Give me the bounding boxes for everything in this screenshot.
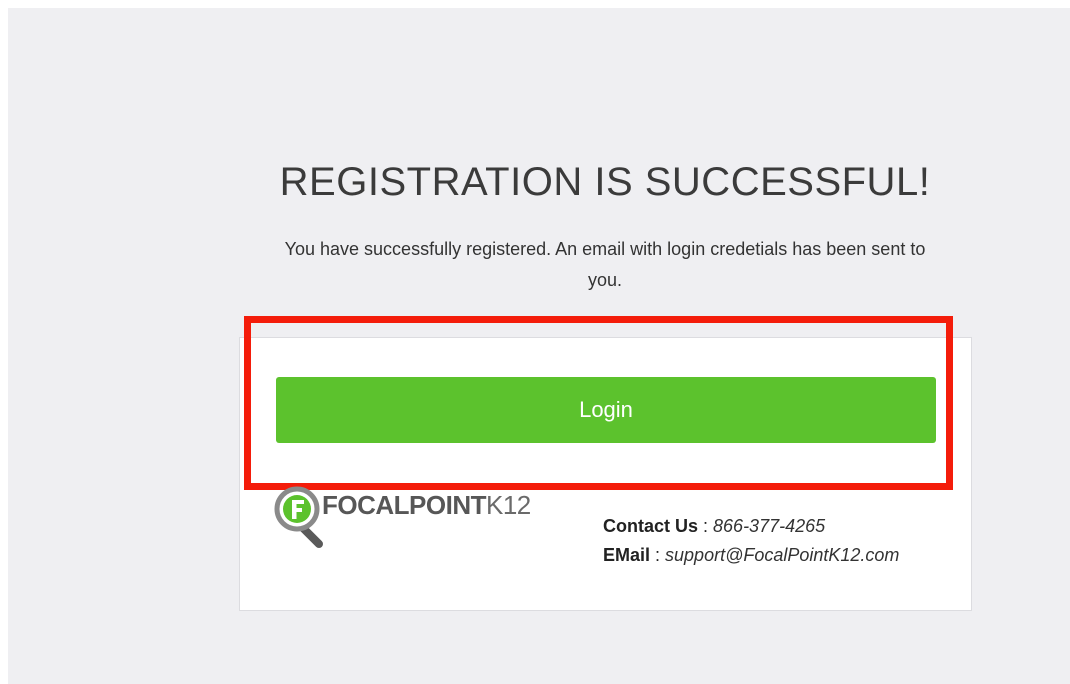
logo-brand-bold: FOCALPOINT [322,490,487,520]
success-message-line-1: You have successfully registered. An ema… [284,239,926,259]
contact-phone-row: Contact Us : 866-377-4265 [603,512,899,541]
contact-email-separator: : [650,545,666,565]
focalpoint-logo: FOCALPOINTK12 [273,486,543,548]
logo-brand-light: K12 [486,490,531,520]
contact-info: Contact Us : 866-377-4265 EMail : suppor… [603,512,899,570]
contact-phone-separator: : [698,516,714,536]
contact-phone-label: Contact Us [603,516,699,536]
login-button[interactable]: Login [276,377,936,443]
contact-phone-value[interactable]: 866-377-4265 [713,516,825,536]
contact-email-label: EMail [603,545,651,565]
contact-email-row: EMail : support@FocalPointK12.com [603,541,899,570]
logo-wordmark: FOCALPOINTK12 [322,486,531,524]
success-message: You have successfully registered. An ema… [230,234,980,296]
success-message-line-2: you. [587,270,623,290]
contact-email-value[interactable]: support@FocalPointK12.com [665,545,899,565]
page-title: REGISTRATION IS SUCCESSFUL! [279,160,931,204]
